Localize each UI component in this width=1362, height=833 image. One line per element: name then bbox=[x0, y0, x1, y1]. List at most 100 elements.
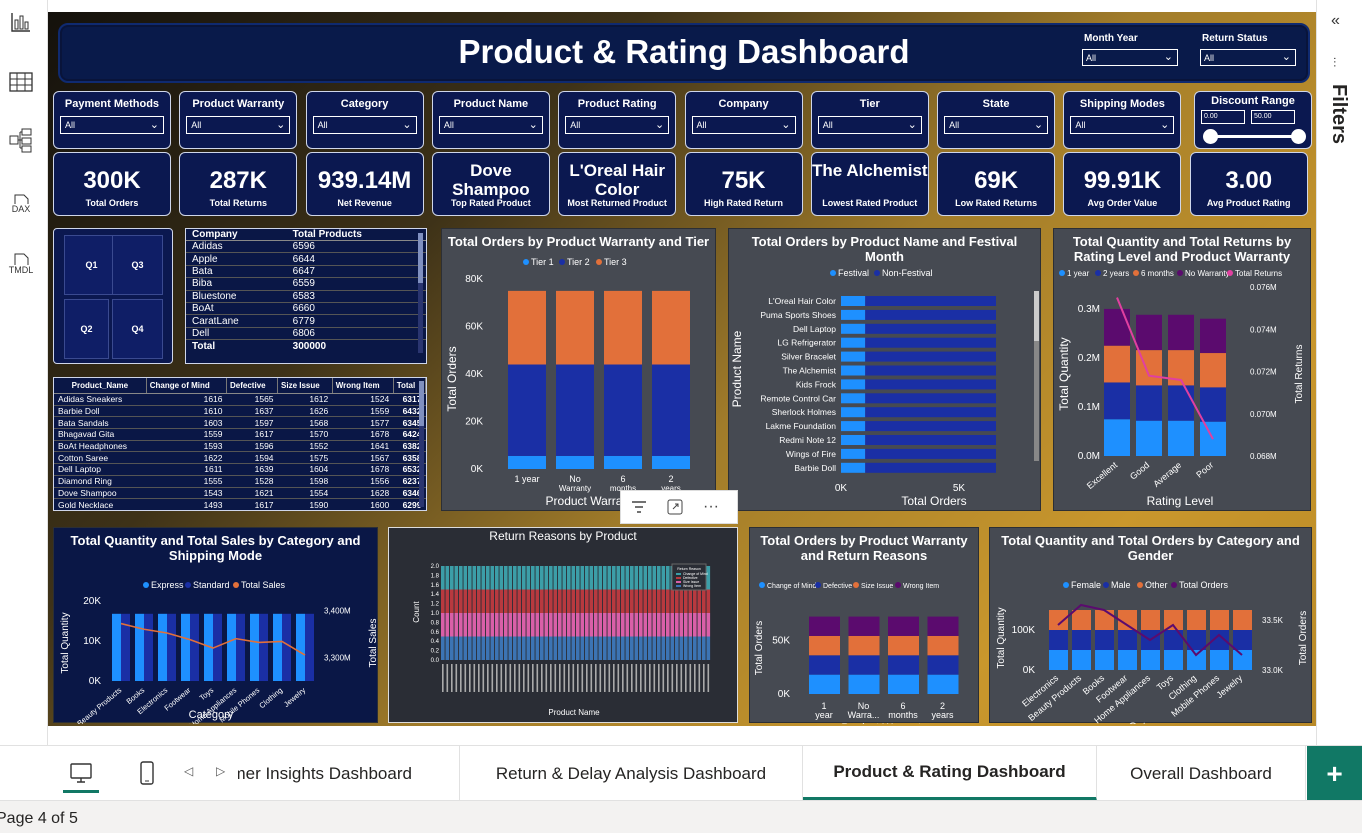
slicer-company[interactable]: Company All ⌄ bbox=[684, 91, 803, 149]
month-year-slicer[interactable]: Month Year All ⌄ bbox=[1078, 33, 1184, 83]
return-status-dropdown[interactable]: All ⌄ bbox=[1200, 49, 1296, 66]
slicer-shipping-modes[interactable]: Shipping Modes All ⌄ bbox=[1063, 91, 1182, 149]
total-cell: 300000 bbox=[292, 340, 327, 352]
axis-text: Sherlock Holmes bbox=[772, 407, 836, 417]
bar-segment bbox=[841, 462, 866, 473]
bar-segment bbox=[688, 613, 693, 637]
tmdl-view-icon[interactable]: TMDL bbox=[4, 244, 38, 284]
bar-segment bbox=[508, 455, 546, 469]
slicer-dropdown[interactable]: All ⌄ bbox=[944, 116, 1049, 134]
bar-segment bbox=[865, 365, 996, 376]
slicer-payment-methods[interactable]: Payment Methods All ⌄ bbox=[53, 91, 171, 149]
bar-segment bbox=[531, 566, 535, 590]
legend-marker bbox=[874, 270, 880, 276]
bar-segment bbox=[459, 566, 463, 590]
column-header[interactable]: Product_Name bbox=[54, 378, 147, 394]
tick-label bbox=[608, 664, 611, 692]
scroll-tabs-left-icon[interactable]: ◁ bbox=[184, 764, 193, 778]
more-options-icon[interactable]: ··· bbox=[693, 491, 729, 523]
table-view-icon[interactable] bbox=[4, 62, 38, 102]
slicer-dropdown[interactable]: All ⌄ bbox=[565, 116, 670, 134]
month-year-dropdown[interactable]: All ⌄ bbox=[1082, 49, 1178, 66]
slicer-dropdown[interactable]: All ⌄ bbox=[60, 116, 164, 134]
chevron-down-icon: ⌄ bbox=[276, 119, 286, 131]
bar bbox=[190, 613, 199, 681]
bar-segment bbox=[441, 566, 445, 590]
discount-max-input[interactable]: 50.00 bbox=[1251, 110, 1295, 124]
focus-mode-icon[interactable] bbox=[657, 491, 693, 523]
mobile-view-icon[interactable] bbox=[130, 754, 164, 792]
discount-min-input[interactable]: 0.00 bbox=[1201, 110, 1245, 124]
column-header[interactable]: Wrong Item bbox=[332, 378, 394, 394]
column-header[interactable]: Defective bbox=[226, 378, 279, 394]
scroll-tabs-right-icon[interactable]: ▷ bbox=[216, 764, 225, 778]
slicer-product-name[interactable]: Product Name All ⌄ bbox=[431, 91, 550, 149]
tab-return-delay[interactable]: Return & Delay Analysis Dashboard bbox=[460, 746, 803, 801]
column-header[interactable]: Size Issue bbox=[277, 378, 333, 394]
filters-label[interactable]: Filters bbox=[1327, 84, 1350, 144]
slicer-dropdown[interactable]: All ⌄ bbox=[312, 116, 417, 134]
axis-text: 60K bbox=[465, 322, 483, 333]
table-cell: 1565 bbox=[254, 394, 274, 405]
quarter-tile[interactable]: Q2 bbox=[64, 299, 109, 359]
slicer-tier[interactable]: Tier All ⌄ bbox=[810, 91, 929, 149]
add-page-button[interactable]: + bbox=[1307, 746, 1362, 801]
reasons-svg: 0.0 0.2 0.4 0.6 0.8 1.0 1.2 1.4 1.6 1.8 2.0 Count Pr… bbox=[412, 563, 711, 717]
tab-overall[interactable]: Overall Dashboard bbox=[1097, 746, 1306, 801]
bar-segment bbox=[661, 589, 666, 613]
return-status-slicer[interactable]: Return Status All ⌄ bbox=[1196, 33, 1302, 83]
column-header[interactable]: Company bbox=[186, 229, 287, 241]
axis-text: Total Orders bbox=[1298, 611, 1309, 665]
desktop-view-icon[interactable] bbox=[62, 754, 100, 792]
tick-label bbox=[473, 664, 476, 692]
quarter-tile[interactable]: Q1 bbox=[64, 235, 119, 295]
bar-segment bbox=[1104, 382, 1130, 420]
tab-customer-insights[interactable]: Customer Insights Dashboard bbox=[238, 746, 460, 801]
dax-query-view-icon[interactable]: DAX bbox=[4, 184, 38, 224]
kpi-value: 75K bbox=[721, 167, 766, 194]
column-header[interactable]: Total Products bbox=[286, 229, 426, 241]
report-view-icon[interactable] bbox=[4, 2, 38, 42]
expand-pane-icon[interactable]: « bbox=[1331, 12, 1340, 30]
table-scrollbar[interactable] bbox=[418, 233, 423, 353]
slicer-dropdown[interactable]: All ⌄ bbox=[438, 116, 543, 134]
bar-segment bbox=[675, 613, 679, 637]
axis-text: 80K bbox=[465, 274, 483, 285]
slicer-dropdown[interactable]: All ⌄ bbox=[1070, 116, 1175, 134]
slicer-category[interactable]: Category All ⌄ bbox=[305, 91, 424, 149]
slicer-dropdown[interactable]: All ⌄ bbox=[186, 116, 291, 134]
discount-max-handle[interactable] bbox=[1291, 129, 1306, 144]
kpi-label: Lowest Rated Product bbox=[822, 198, 918, 208]
bar-segment bbox=[571, 636, 576, 660]
bar-segment bbox=[1072, 630, 1091, 650]
model-view-icon[interactable] bbox=[4, 120, 38, 160]
slicer-product-rating[interactable]: Product Rating All ⌄ bbox=[558, 91, 677, 149]
column-header[interactable]: Change of Mind bbox=[146, 378, 228, 394]
slicer-product-warranty[interactable]: Product Warranty All ⌄ bbox=[179, 91, 298, 149]
bar-segment bbox=[594, 613, 598, 637]
bar-segment bbox=[463, 566, 468, 590]
bar-segment bbox=[841, 435, 866, 445]
bar-segment bbox=[612, 589, 616, 613]
quarter-tile[interactable]: Q3 bbox=[112, 235, 163, 295]
filter-icon[interactable] bbox=[621, 491, 657, 523]
kpi-label: Net Revenue bbox=[337, 198, 392, 208]
bar-segment bbox=[841, 448, 866, 459]
discount-range-slicer[interactable]: Discount Range 0.00 50.00 bbox=[1194, 91, 1312, 149]
table-cell: Cotton Saree bbox=[58, 452, 109, 463]
quarter-tile[interactable]: Q4 bbox=[112, 299, 163, 359]
bar-segment bbox=[679, 613, 684, 637]
table-cell: BoAt bbox=[192, 303, 214, 315]
table-row: Bata 6647 bbox=[186, 265, 426, 278]
discount-min-handle[interactable] bbox=[1203, 129, 1218, 144]
table-scrollbar[interactable] bbox=[419, 381, 424, 507]
table-total-row: Total 300000 bbox=[186, 340, 426, 352]
bar-segment bbox=[481, 589, 486, 613]
slicer-state[interactable]: State All ⌄ bbox=[937, 91, 1056, 149]
slicer-dropdown[interactable]: All ⌄ bbox=[691, 116, 796, 134]
bar-segment bbox=[454, 589, 459, 613]
bar-segment bbox=[504, 589, 508, 613]
slicer-dropdown[interactable]: All ⌄ bbox=[817, 116, 922, 134]
axis-text: No bbox=[569, 474, 581, 484]
tab-product-rating[interactable]: Product & Rating Dashboard bbox=[803, 746, 1097, 801]
